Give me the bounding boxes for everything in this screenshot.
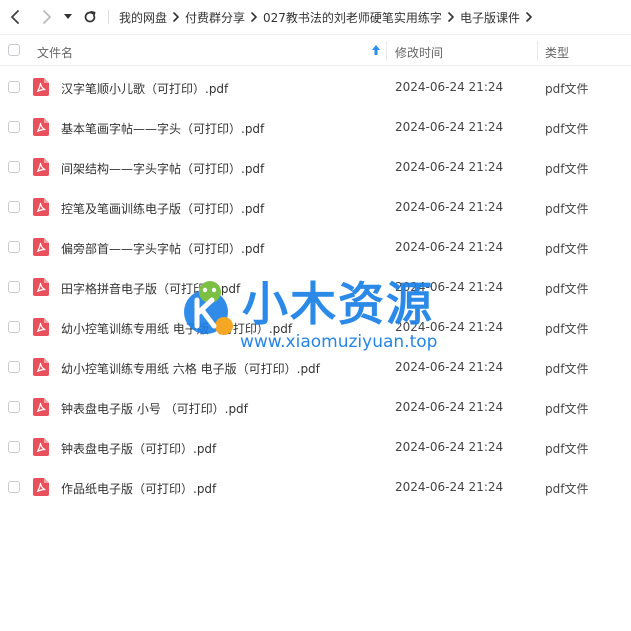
pdf-file-icon	[33, 158, 49, 176]
file-name[interactable]: 幼小控笔训练专用纸 电子版（可打印）.pdf	[61, 320, 292, 337]
column-header-type[interactable]: 类型	[545, 44, 569, 61]
pdf-file-icon	[33, 478, 49, 496]
file-type: pdf文件	[545, 402, 589, 416]
file-type: pdf文件	[545, 242, 589, 256]
file-name[interactable]: 钟表盘电子版（可打印）.pdf	[61, 440, 216, 457]
file-modified-time: 2024-06-24 21:24	[395, 120, 504, 134]
file-name[interactable]: 幼小控笔训练专用纸 六格 电子版（可打印）.pdf	[61, 360, 320, 377]
file-type: pdf文件	[545, 322, 589, 336]
pdf-file-icon	[33, 318, 49, 336]
breadcrumb-separator-icon	[167, 12, 185, 22]
file-row[interactable]: 控笔及笔画训练电子版（可打印）.pdf 2024-06-24 21:24 pdf…	[0, 187, 631, 227]
file-modified-time: 2024-06-24 21:24	[395, 280, 504, 294]
file-type: pdf文件	[545, 202, 589, 216]
file-type: pdf文件	[545, 442, 589, 456]
file-modified-time: 2024-06-24 21:24	[395, 360, 504, 374]
file-name[interactable]: 基本笔画字帖——字头（可打印）.pdf	[61, 120, 264, 137]
file-name[interactable]: 偏旁部首——字头字帖（可打印）.pdf	[61, 240, 264, 257]
row-checkbox[interactable]	[8, 441, 20, 453]
file-modified-time: 2024-06-24 21:24	[395, 160, 504, 174]
back-button[interactable]	[4, 5, 28, 29]
file-row[interactable]: 作品纸电子版（可打印）.pdf 2024-06-24 21:24 pdf文件	[0, 467, 631, 507]
breadcrumb-item[interactable]: 付费群分享	[185, 9, 245, 26]
row-checkbox[interactable]	[8, 121, 20, 133]
file-row[interactable]: 田字格拼音电子版（可打印）.pdf 2024-06-24 21:24 pdf文件	[0, 267, 631, 307]
row-checkbox[interactable]	[8, 201, 20, 213]
file-name[interactable]: 间架结构——字头字帖（可打印）.pdf	[61, 160, 264, 177]
pdf-file-icon	[33, 438, 49, 456]
row-checkbox[interactable]	[8, 361, 20, 373]
file-row[interactable]: 间架结构——字头字帖（可打印）.pdf 2024-06-24 21:24 pdf…	[0, 147, 631, 187]
row-checkbox[interactable]	[8, 481, 20, 493]
file-type: pdf文件	[545, 162, 589, 176]
pdf-file-icon	[33, 198, 49, 216]
forward-button[interactable]	[34, 5, 58, 29]
file-row[interactable]: 基本笔画字帖——字头（可打印）.pdf 2024-06-24 21:24 pdf…	[0, 107, 631, 147]
pdf-file-icon	[33, 78, 49, 96]
file-modified-time: 2024-06-24 21:24	[395, 440, 504, 454]
row-checkbox[interactable]	[8, 281, 20, 293]
refresh-icon	[84, 10, 96, 23]
row-checkbox[interactable]	[8, 161, 20, 173]
file-row[interactable]: 幼小控笔训练专用纸 电子版（可打印）.pdf 2024-06-24 21:24 …	[0, 307, 631, 347]
refresh-button[interactable]	[78, 5, 102, 29]
file-name[interactable]: 田字格拼音电子版（可打印）.pdf	[61, 280, 240, 297]
breadcrumb-separator-icon	[520, 12, 538, 22]
file-type: pdf文件	[545, 282, 589, 296]
file-modified-time: 2024-06-24 21:24	[395, 240, 504, 254]
chevron-right-icon	[43, 10, 51, 24]
pdf-file-icon	[33, 118, 49, 136]
toolbar-divider	[108, 10, 109, 24]
file-modified-time: 2024-06-24 21:24	[395, 80, 504, 94]
file-modified-time: 2024-06-24 21:24	[395, 480, 504, 494]
row-checkbox[interactable]	[8, 321, 20, 333]
file-row[interactable]: 偏旁部首——字头字帖（可打印）.pdf 2024-06-24 21:24 pdf…	[0, 227, 631, 267]
column-header-time[interactable]: 修改时间	[395, 44, 443, 61]
file-row[interactable]: 汉字笔顺小儿歌（可打印）.pdf 2024-06-24 21:24 pdf文件	[0, 67, 631, 107]
row-checkbox[interactable]	[8, 241, 20, 253]
select-all-checkbox[interactable]	[8, 44, 20, 56]
file-name[interactable]: 控笔及笔画训练电子版（可打印）.pdf	[61, 200, 264, 217]
file-row[interactable]: 钟表盘电子版（可打印）.pdf 2024-06-24 21:24 pdf文件	[0, 427, 631, 467]
file-list-header: 文件名 修改时间 类型	[0, 34, 631, 66]
toolbar: 我的网盘 付费群分享 027教书法的刘老师硬笔实用练字 电子版课件	[0, 0, 631, 34]
column-divider[interactable]	[537, 41, 538, 61]
file-row[interactable]: 幼小控笔训练专用纸 六格 电子版（可打印）.pdf 2024-06-24 21:…	[0, 347, 631, 387]
row-checkbox[interactable]	[8, 81, 20, 93]
sort-up-arrow-icon[interactable]	[371, 44, 381, 59]
column-header-name[interactable]: 文件名	[37, 44, 73, 61]
file-modified-time: 2024-06-24 21:24	[395, 320, 504, 334]
file-type: pdf文件	[545, 122, 589, 136]
caret-down-icon	[64, 14, 72, 19]
row-checkbox[interactable]	[8, 401, 20, 413]
breadcrumb-item[interactable]: 027教书法的刘老师硬笔实用练字	[263, 9, 442, 26]
pdf-file-icon	[33, 278, 49, 296]
pdf-file-icon	[33, 358, 49, 376]
file-list: 汉字笔顺小儿歌（可打印）.pdf 2024-06-24 21:24 pdf文件 …	[0, 67, 631, 507]
breadcrumb-separator-icon	[245, 12, 263, 22]
file-type: pdf文件	[545, 82, 589, 96]
file-name[interactable]: 汉字笔顺小儿歌（可打印）.pdf	[61, 80, 228, 97]
pdf-file-icon	[33, 238, 49, 256]
history-dropdown-button[interactable]	[60, 5, 76, 29]
breadcrumb-item-current[interactable]: 电子版课件	[460, 9, 520, 26]
file-type: pdf文件	[545, 482, 589, 496]
file-name[interactable]: 作品纸电子版（可打印）.pdf	[61, 480, 216, 497]
file-type: pdf文件	[545, 362, 589, 376]
breadcrumb-separator-icon	[442, 12, 460, 22]
file-modified-time: 2024-06-24 21:24	[395, 200, 504, 214]
file-name[interactable]: 钟表盘电子版 小号 （可打印）.pdf	[61, 400, 248, 417]
chevron-left-icon	[11, 10, 19, 24]
file-modified-time: 2024-06-24 21:24	[395, 400, 504, 414]
column-divider[interactable]	[386, 41, 387, 61]
pdf-file-icon	[33, 398, 49, 416]
breadcrumb-item[interactable]: 我的网盘	[119, 9, 167, 26]
file-row[interactable]: 钟表盘电子版 小号 （可打印）.pdf 2024-06-24 21:24 pdf…	[0, 387, 631, 427]
